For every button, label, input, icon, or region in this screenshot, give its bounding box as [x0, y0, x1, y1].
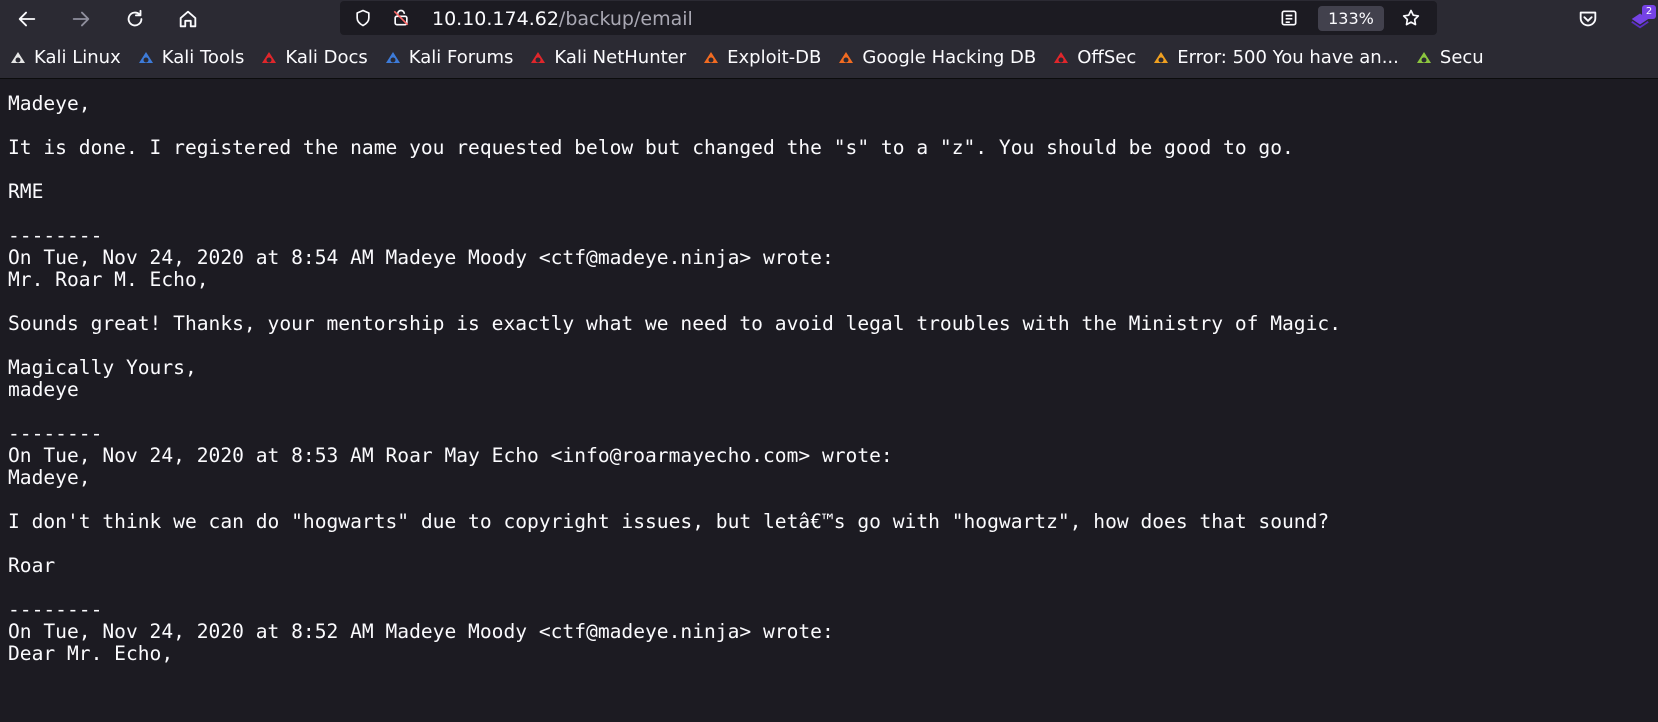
pocket-button[interactable] [1574, 5, 1602, 33]
url-path: /backup/email [558, 8, 693, 30]
exploit-db-icon [701, 48, 721, 68]
email-line [8, 159, 1650, 181]
bookmark-label: Kali NetHunter [554, 47, 687, 68]
email-line: RME [8, 180, 44, 203]
bookmark-item[interactable]: Error: 500 You have an... [1151, 47, 1399, 68]
email-line: Dear Mr. Echo, [8, 642, 174, 665]
kali-docs-icon [259, 48, 279, 68]
forward-button[interactable] [66, 4, 96, 34]
email-line: -------- [8, 224, 103, 247]
bookmark-item[interactable]: Kali Forums [383, 47, 514, 68]
reload-button[interactable] [120, 4, 150, 34]
email-line: madeye [8, 378, 79, 401]
bookmark-item[interactable]: Exploit-DB [701, 47, 821, 68]
email-text: Madeye, It is done. I registered the name… [0, 79, 1658, 679]
shield-icon[interactable] [352, 7, 374, 29]
joomla-icon [1151, 48, 1171, 68]
bookmark-item[interactable]: OffSec [1051, 47, 1136, 68]
email-line [8, 203, 1650, 225]
kali-forums-icon [383, 48, 403, 68]
browser-toolbar: 10.10.174.62/backup/email 133% 2 [0, 0, 1658, 37]
kali-dragon-icon [8, 48, 28, 68]
email-line: Magically Yours, [8, 356, 197, 379]
email-line: On Tue, Nov 24, 2020 at 8:54 AM Madeye M… [8, 246, 834, 269]
offsec-icon [1051, 48, 1071, 68]
kali-tools-icon [136, 48, 156, 68]
bookmark-item[interactable]: Kali Linux [8, 47, 121, 68]
email-line [8, 335, 1650, 357]
url-text[interactable]: 10.10.174.62/backup/email [432, 8, 693, 30]
bookmarks-toolbar: Kali Linux Kali Tools Kali Docs Kali Forums… [0, 37, 1658, 79]
email-line [8, 401, 1650, 423]
bookmark-label: Kali Forums [408, 47, 514, 68]
reader-view-icon[interactable] [1278, 7, 1300, 29]
email-line: I don't think we can do "hogwarts" due t… [8, 510, 1330, 533]
email-line: -------- [8, 598, 103, 621]
email-line: Sounds great! Thanks, your mentorship is… [8, 312, 1341, 335]
home-icon [179, 10, 197, 28]
email-line: Roar [8, 554, 56, 577]
reload-icon [127, 9, 143, 27]
bookmark-label: Error: 500 You have an... [1177, 47, 1399, 68]
email-line: Mr. Roar M. Echo, [8, 268, 209, 291]
address-bar[interactable]: 10.10.174.62/backup/email 133% [340, 1, 1437, 35]
bookmark-label: Kali Tools [161, 47, 245, 68]
email-line: Madeye, [8, 92, 91, 115]
email-line [8, 577, 1650, 599]
email-line: On Tue, Nov 24, 2020 at 8:53 AM Roar May… [8, 444, 893, 467]
back-arrow-icon [18, 11, 36, 27]
email-line [8, 291, 1650, 313]
email-line [8, 115, 1650, 137]
ghdb-icon [836, 48, 856, 68]
home-button[interactable] [173, 4, 203, 34]
zoom-level-button[interactable]: 133% [1318, 6, 1384, 31]
bookmark-item[interactable]: Kali NetHunter [528, 47, 686, 68]
extension-button[interactable]: 2 [1626, 5, 1656, 33]
bookmark-item[interactable]: Kali Tools [136, 47, 245, 68]
url-host: 10.10.174.62 [432, 8, 559, 30]
back-button[interactable] [12, 4, 42, 34]
security-icon [1414, 48, 1434, 68]
email-line [8, 533, 1650, 555]
insecure-lock-icon[interactable] [390, 7, 412, 29]
email-line: On Tue, Nov 24, 2020 at 8:52 AM Madeye M… [8, 620, 834, 643]
email-line: -------- [8, 422, 103, 445]
bookmark-item[interactable]: Google Hacking DB [836, 47, 1036, 68]
email-line [8, 489, 1650, 511]
bookmark-label: Kali Docs [285, 47, 368, 68]
nethunter-icon [528, 48, 548, 68]
bookmark-label: Secu [1439, 47, 1484, 68]
bookmark-item[interactable]: Secu [1414, 47, 1484, 68]
bookmark-label: Google Hacking DB [862, 47, 1037, 68]
email-line: Madeye, [8, 466, 91, 489]
bookmark-item[interactable]: Kali Docs [259, 47, 368, 68]
extension-badge: 2 [1642, 5, 1656, 19]
email-line: It is done. I registered the name you re… [8, 136, 1294, 159]
bookmark-label: Exploit-DB [727, 47, 822, 68]
bookmark-star-icon[interactable] [1400, 7, 1422, 29]
pocket-icon [1579, 11, 1597, 27]
bookmark-label: Kali Linux [34, 47, 121, 68]
forward-arrow-icon [72, 11, 90, 27]
bookmark-label: OffSec [1077, 47, 1137, 68]
